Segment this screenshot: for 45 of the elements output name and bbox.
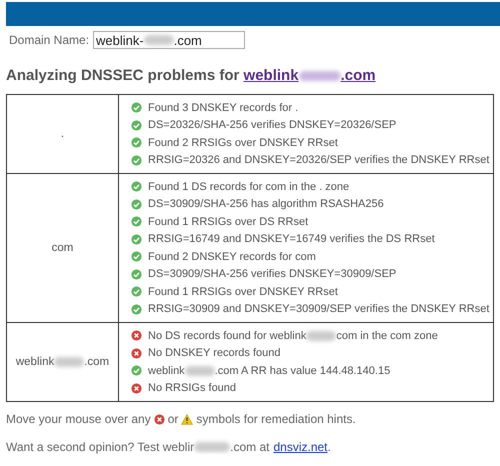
- link-text: .com: [340, 67, 376, 84]
- domain-link[interactable]: weblink .com: [244, 67, 376, 84]
- result-text: Found 2 RRSIGs over DNSKEY RRset: [148, 136, 338, 149]
- zone-name: com: [52, 242, 74, 254]
- result-text: Found 3 DNSKEY records for .: [148, 102, 298, 114]
- second-opinion-text: Want a second opinion? Test weblir: [6, 440, 194, 454]
- blurred-text: [306, 330, 336, 341]
- result-text: No DNSKEY records found: [148, 347, 280, 360]
- result-text: No DS records found for weblink: [148, 330, 306, 342]
- blurred-text: [194, 442, 230, 452]
- page-heading: Analyzing DNSSEC problems for weblink .com: [6, 67, 377, 84]
- blurred-text: [298, 71, 341, 82]
- result-text: com in the com zone: [336, 330, 438, 342]
- zone-name: .com: [84, 356, 110, 368]
- blurred-text: [184, 366, 215, 376]
- result-text: Found 1 RRSIGs over DNSKEY RRset: [148, 286, 338, 298]
- field-value: weblink-: [96, 32, 144, 48]
- field-label: Domain Name:: [9, 33, 90, 47]
- hint-text: symbols for remediation hints.: [196, 412, 356, 426]
- result-text: DS=30909/SHA-256 has algorithm RSASHA256: [148, 198, 384, 210]
- hint-text: Move your mouse over any: [6, 412, 151, 426]
- field-value: .com: [174, 32, 202, 48]
- result-text: DS=30909/SHA-256 verifies DNSKEY=30909/SEP: [148, 268, 396, 280]
- result-text: RRSIG=30909 and DNSKEY=30909/SEP verifies the DNSKEY RRset: [148, 303, 490, 316]
- second-opinion-text: .com at: [230, 440, 270, 454]
- domain-input-field[interactable]: weblink- .com: [93, 31, 246, 49]
- zone-name: weblink: [16, 356, 54, 368]
- result-text: DS=20326/SHA-256 verifies DNSKEY=20326/SEP: [148, 119, 396, 132]
- result-text: RRSIG=20326 and DNSKEY=20326/SEP verifies the DNSKEY RRset: [148, 154, 490, 166]
- result-text: Found 1 RRSIGs over DS RRset: [148, 216, 308, 228]
- period-text: .: [328, 440, 331, 454]
- hint-text: or: [168, 412, 178, 426]
- dnsviz-link[interactable]: dnsviz.net: [273, 440, 328, 454]
- result-text: No RRSIGs found: [148, 382, 236, 394]
- result-text: Found 2 DNSKEY records for com: [148, 250, 316, 263]
- blurred-text: [54, 357, 84, 367]
- result-text: .com A RR has value 144.48.140.15: [214, 364, 390, 377]
- zone-name: .: [60, 128, 64, 140]
- result-text: RRSIG=16749 and DNSKEY=16749 verifies the DS RRset: [148, 233, 435, 246]
- warning-icon: [181, 414, 194, 424]
- blurred-text: [144, 35, 174, 45]
- result-text: Found 1 DS records for com in the . zone: [148, 180, 350, 193]
- error-icon: [154, 414, 165, 424]
- link-text: weblink: [244, 67, 299, 84]
- result-text: weblink: [148, 364, 185, 377]
